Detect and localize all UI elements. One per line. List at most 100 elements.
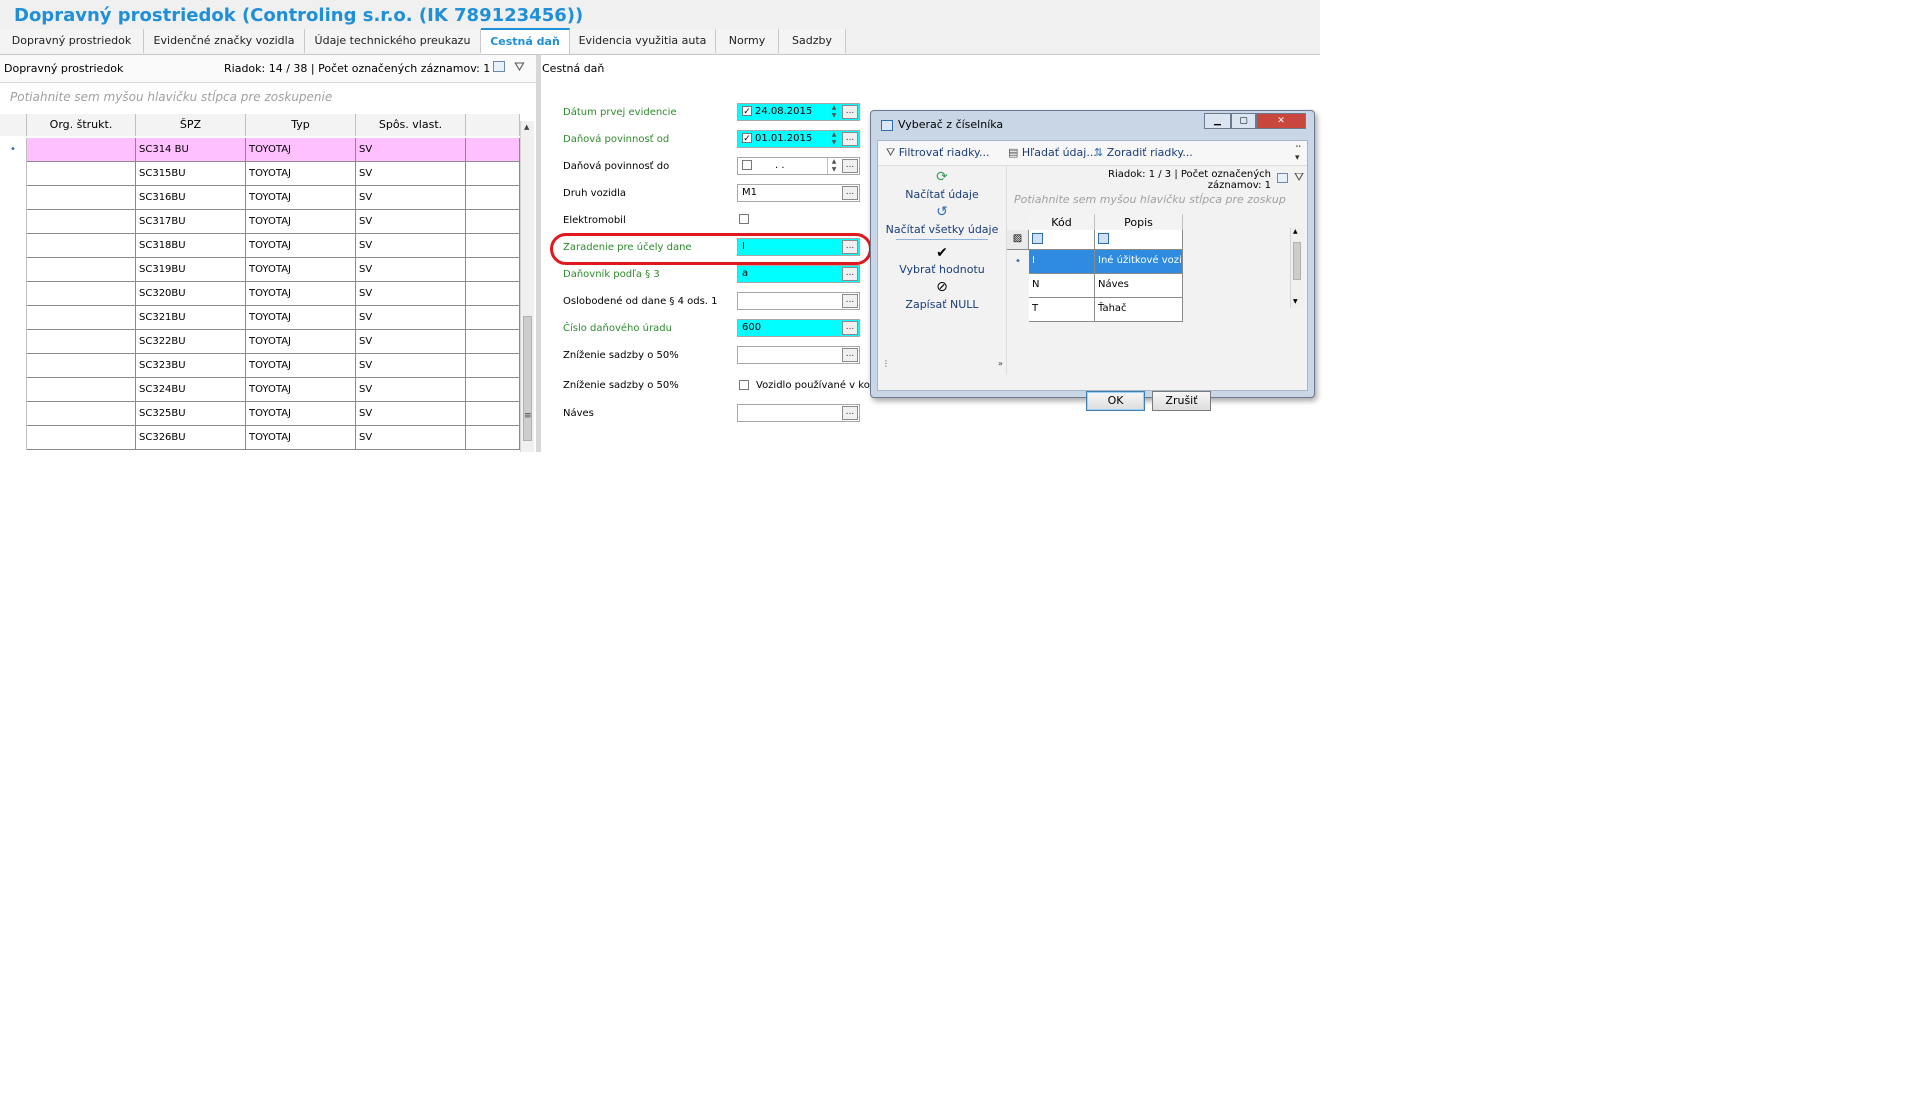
- cell-typ[interactable]: TOYOTAJ: [246, 282, 356, 306]
- dialog-cell-popis[interactable]: Iné úžitkové vozi...: [1095, 250, 1183, 274]
- minimize-button[interactable]: ▁: [1204, 113, 1231, 129]
- panel-grip-icon[interactable]: ⋮: [882, 359, 890, 368]
- cell-vlast[interactable]: SV: [356, 282, 466, 306]
- grid-vertical-scrollbar[interactable]: ▲ ≡: [520, 121, 534, 452]
- danova-povinnost-do-checkbox[interactable]: [742, 160, 752, 170]
- cell-org[interactable]: [27, 402, 136, 426]
- ellipsis-button[interactable]: ...: [842, 132, 858, 146]
- cell-typ[interactable]: TOYOTAJ: [246, 210, 356, 234]
- cell-org[interactable]: [27, 426, 136, 450]
- cell-spz[interactable]: SC317BU: [136, 210, 246, 234]
- cell-typ[interactable]: TOYOTAJ: [246, 162, 356, 186]
- date-spinner-icon[interactable]: ▲ ▼: [827, 131, 840, 147]
- load-data-button[interactable]: Načítať údaje: [878, 188, 1006, 201]
- ellipsis-button[interactable]: ...: [842, 267, 858, 281]
- filter-operator-icon[interactable]: [1032, 232, 1043, 244]
- cell-vlast[interactable]: SV: [356, 306, 466, 330]
- col-header-blank[interactable]: [466, 114, 520, 136]
- scroll-thumb[interactable]: [523, 316, 532, 441]
- danova-povinnost-od-field[interactable]: ✓ 01.01.2015 ▲ ▼ ...: [737, 130, 860, 148]
- col-header-blank[interactable]: [0, 114, 27, 136]
- dialog-cell-kod[interactable]: I: [1029, 250, 1095, 274]
- cell-blank[interactable]: [466, 378, 520, 402]
- cell-spz[interactable]: SC323BU: [136, 354, 246, 378]
- cell-spz[interactable]: SC320BU: [136, 282, 246, 306]
- cell-org[interactable]: [27, 354, 136, 378]
- ellipsis-button[interactable]: ...: [842, 406, 858, 420]
- scroll-down-icon[interactable]: ▼: [1293, 298, 1298, 305]
- col-header-3[interactable]: Typ: [246, 114, 356, 136]
- cell-spz[interactable]: SC319BU: [136, 258, 246, 282]
- scroll-thumb[interactable]: [1293, 242, 1301, 280]
- cell-typ[interactable]: TOYOTAJ: [246, 330, 356, 354]
- cell-vlast[interactable]: SV: [356, 354, 466, 378]
- datum-prvej-evidencie-field[interactable]: ✓ 24.08.2015 ▲ ▼ ...: [737, 103, 860, 121]
- cell-org[interactable]: [27, 234, 136, 258]
- ellipsis-button[interactable]: ...: [842, 348, 858, 362]
- col-header-1[interactable]: Org. štrukt.: [27, 114, 136, 136]
- ellipsis-button[interactable]: ...: [842, 294, 858, 308]
- filter-cell-popis[interactable]: [1095, 230, 1183, 250]
- cell-typ[interactable]: TOYOTAJ: [246, 258, 356, 282]
- date-spinner-icon[interactable]: ▲ ▼: [827, 158, 840, 174]
- cell-blank[interactable]: [466, 138, 520, 162]
- cell-spz[interactable]: SC314 BU: [136, 138, 246, 162]
- cell-vlast[interactable]: SV: [356, 378, 466, 402]
- filter-operator-icon[interactable]: [1098, 232, 1109, 244]
- cell-org[interactable]: [27, 282, 136, 306]
- cislo-uradu-field[interactable]: 600 ...: [737, 319, 860, 337]
- filter-rows-button[interactable]: ⛛ Filtrovať riadky...: [886, 146, 989, 160]
- dialog-group-hint[interactable]: Potiahnite sem myšou hlavičku stĺpca pre…: [1007, 193, 1307, 213]
- cancel-button[interactable]: Zrušiť: [1152, 391, 1211, 411]
- datum-prvej-evidencie-checkbox[interactable]: ✓: [742, 106, 752, 117]
- danovnik-field[interactable]: a ...: [737, 265, 860, 283]
- toolbar-overflow-icon[interactable]: ⠒ ▾: [1295, 143, 1302, 163]
- cell-typ[interactable]: TOYOTAJ: [246, 234, 356, 258]
- tab-sadzby[interactable]: Sadzby: [779, 29, 846, 53]
- ellipsis-button[interactable]: ...: [842, 159, 858, 173]
- cell-blank[interactable]: [466, 282, 520, 306]
- col-header-4[interactable]: Spôs. vlast.: [356, 114, 466, 136]
- tab-udaje-technickeho-preukazu[interactable]: Údaje technického preukazu: [305, 29, 481, 53]
- sort-rows-button[interactable]: ⇅ Zoradiť riadky...: [1094, 146, 1193, 159]
- date-spinner-icon[interactable]: ▲ ▼: [827, 104, 840, 120]
- tab-cestna-dan[interactable]: Cestná daň: [481, 28, 570, 54]
- cell-blank[interactable]: [466, 234, 520, 258]
- filter-cell-kod[interactable]: [1029, 230, 1095, 250]
- cell-vlast[interactable]: SV: [356, 186, 466, 210]
- filter-icon[interactable]: ⛛: [1294, 170, 1304, 185]
- load-all-data-button[interactable]: Načítať všetky údaje: [878, 223, 1006, 236]
- group-by-area[interactable]: Potiahnite sem myšou hlavičku stĺpca pre…: [0, 83, 536, 113]
- cell-org[interactable]: [27, 378, 136, 402]
- cell-org[interactable]: [27, 210, 136, 234]
- dialog-title-bar[interactable]: Vyberač z číselníka: [881, 118, 1003, 131]
- cell-vlast[interactable]: SV: [356, 234, 466, 258]
- cell-blank[interactable]: [466, 330, 520, 354]
- ellipsis-button[interactable]: ...: [842, 105, 858, 119]
- cell-spz[interactable]: SC325BU: [136, 402, 246, 426]
- cell-org[interactable]: [27, 258, 136, 282]
- oslobodene-field[interactable]: ...: [737, 292, 860, 310]
- cell-blank[interactable]: [466, 426, 520, 450]
- cell-org[interactable]: [27, 330, 136, 354]
- cell-vlast[interactable]: SV: [356, 210, 466, 234]
- cell-vlast[interactable]: SV: [356, 138, 466, 162]
- cell-vlast[interactable]: SV: [356, 330, 466, 354]
- cell-org[interactable]: [27, 186, 136, 210]
- maximize-button[interactable]: ▢: [1231, 113, 1256, 129]
- tab-evidencne-znacky[interactable]: Evidenčné značky vozidla: [144, 29, 305, 53]
- cell-vlast[interactable]: SV: [356, 402, 466, 426]
- panel-expand-icon[interactable]: »: [998, 359, 1003, 368]
- panel-splitter[interactable]: [536, 55, 541, 452]
- col-header-kod[interactable]: Kód: [1029, 214, 1095, 231]
- dialog-cell-kod[interactable]: N: [1029, 274, 1095, 298]
- col-header-popis[interactable]: Popis: [1095, 214, 1183, 231]
- select-value-button[interactable]: Vybrať hodnotu: [878, 263, 1006, 276]
- dialog-grid-scrollbar[interactable]: ▲ ▼: [1290, 228, 1303, 308]
- cell-org[interactable]: [27, 138, 136, 162]
- cell-blank[interactable]: [466, 354, 520, 378]
- search-button[interactable]: ▤ Hľadať údaj...: [1008, 146, 1097, 159]
- select-columns-icon[interactable]: [1277, 173, 1288, 183]
- vozidlo-kombinovana-checkbox[interactable]: [739, 380, 749, 390]
- cell-blank[interactable]: [466, 210, 520, 234]
